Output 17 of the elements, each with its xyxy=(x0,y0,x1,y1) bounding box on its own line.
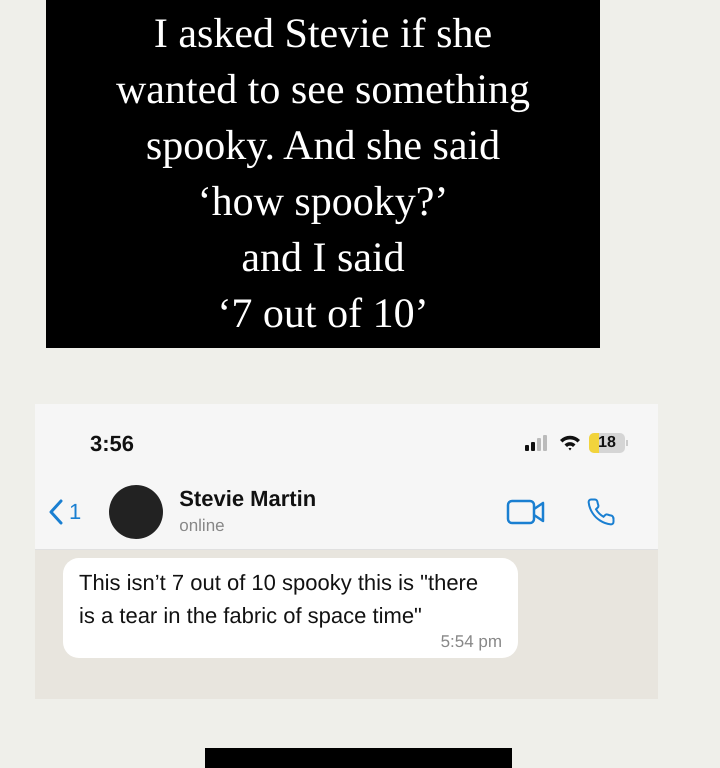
caption-line: ‘how spooky?’ xyxy=(198,178,448,228)
caption-line: and I said xyxy=(241,234,405,284)
message-text: This isn’t 7 out of 10 spooky this is "there is a tear in the fabric of space time" xyxy=(79,569,479,630)
caption-line: wanted to see something xyxy=(116,66,530,116)
battery-level: 18 xyxy=(597,433,617,454)
status-time: 3:56 xyxy=(90,430,134,458)
caption-line: spooky. And she said xyxy=(146,122,500,172)
caption-line: I asked Stevie if she xyxy=(154,10,492,60)
wifi-icon xyxy=(559,435,581,452)
chevron-left-icon xyxy=(49,498,63,525)
contact-name: Stevie Martin xyxy=(179,484,318,513)
phone-call-button[interactable] xyxy=(586,496,616,527)
contact-status: online xyxy=(179,514,226,537)
video-call-button[interactable] xyxy=(506,498,546,525)
caption-line: ‘7 out of 10’ xyxy=(217,290,429,340)
message-time: 5:54 pm xyxy=(440,632,502,652)
back-button[interactable]: 1 xyxy=(49,495,82,528)
